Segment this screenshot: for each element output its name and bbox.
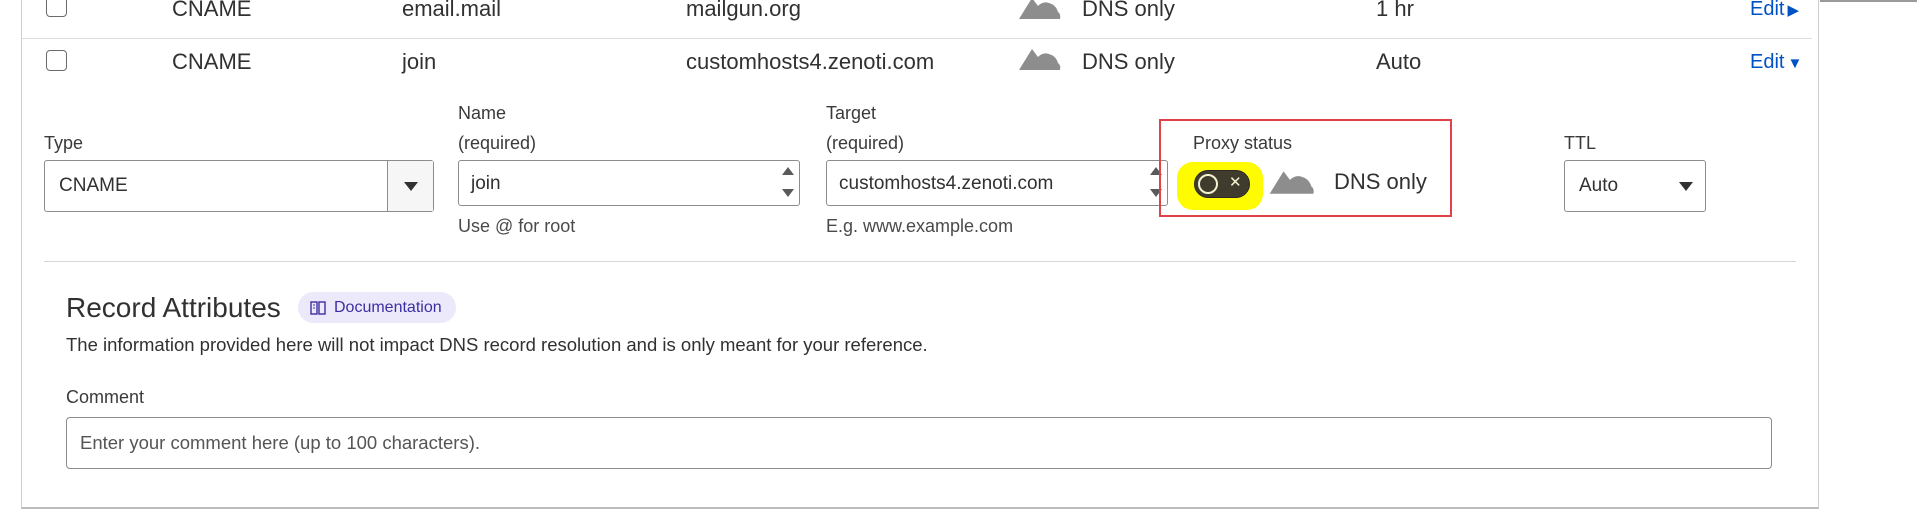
record-name: email.mail [402, 0, 502, 21]
proxy-status-value: DNS only [1334, 169, 1427, 194]
edit-label: Edit [1750, 51, 1785, 73]
edit-record-button[interactable]: Edit ▶ [1750, 0, 1799, 21]
comment-field-wrapper [66, 417, 1772, 469]
edit-label: Edit [1750, 0, 1785, 20]
edit-record-button[interactable]: Edit ▼ [1750, 51, 1802, 74]
record-proxy-status: DNS only [1082, 0, 1175, 21]
record-type: CNAME [172, 0, 252, 21]
close-icon: ✕ [1229, 174, 1242, 191]
record-ttl: Auto [1376, 49, 1422, 74]
name-required-label: (required) [458, 133, 537, 153]
record-content: customhosts4.zenoti.com [686, 49, 935, 74]
cloud-icon [1269, 171, 1314, 194]
documentation-label: Documentation [334, 299, 442, 316]
chevron-right-icon: ▶ [1787, 2, 1800, 19]
name-hint: Use @ for root [458, 216, 576, 236]
type-label: Type [44, 133, 84, 153]
name-field[interactable]: join [458, 160, 800, 206]
target-field[interactable]: customhosts4.zenoti.com [826, 160, 1168, 206]
caret-down-icon [1679, 182, 1693, 191]
section-title: Record Attributes [66, 292, 281, 323]
name-label: Name [458, 103, 507, 123]
name-field-spinner[interactable] [781, 165, 795, 201]
record-ttl: 1 hr [1376, 0, 1414, 21]
row-select-checkbox[interactable] [46, 50, 67, 71]
target-label: Target [826, 103, 877, 123]
proxy-status-label: Proxy status [1193, 133, 1293, 153]
record-proxy-status: DNS only [1082, 49, 1175, 74]
proxy-status-toggle[interactable]: ✕ [1194, 170, 1250, 198]
table-row: CNAME join customhosts4.zenoti.com DNS o… [22, 31, 1812, 94]
spin-down-icon [782, 189, 794, 197]
spin-up-icon [782, 167, 794, 175]
attributes-description: The information provided here will not i… [66, 334, 928, 355]
target-hint: E.g. www.example.com [826, 216, 1014, 236]
chevron-down-icon: ▼ [1787, 55, 1803, 72]
type-select[interactable]: CNAME [44, 160, 434, 212]
type-select-toggle[interactable] [387, 161, 433, 211]
toggle-knob [1198, 174, 1218, 194]
ttl-select-value: Auto [1579, 175, 1619, 196]
section-divider [44, 261, 1796, 262]
target-field-value: customhosts4.zenoti.com [839, 173, 1054, 194]
row-select-checkbox[interactable] [46, 0, 67, 17]
cloud-icon [1019, 0, 1061, 19]
name-field-value: join [471, 173, 501, 194]
target-required-label: (required) [826, 133, 905, 153]
comment-label: Comment [66, 387, 145, 407]
cloud-icon [1019, 49, 1061, 70]
record-name: join [402, 49, 437, 74]
comment-field[interactable] [67, 418, 1771, 468]
ttl-label: TTL [1564, 133, 1597, 153]
caret-down-icon [404, 182, 418, 191]
documentation-link[interactable]: Documentation [298, 292, 456, 323]
book-icon [310, 301, 326, 315]
right-gutter [1820, 0, 1917, 509]
record-content: mailgun.org [686, 0, 801, 21]
record-type: CNAME [172, 49, 252, 74]
ttl-select[interactable]: Auto [1564, 160, 1706, 212]
type-select-value: CNAME [59, 175, 128, 196]
